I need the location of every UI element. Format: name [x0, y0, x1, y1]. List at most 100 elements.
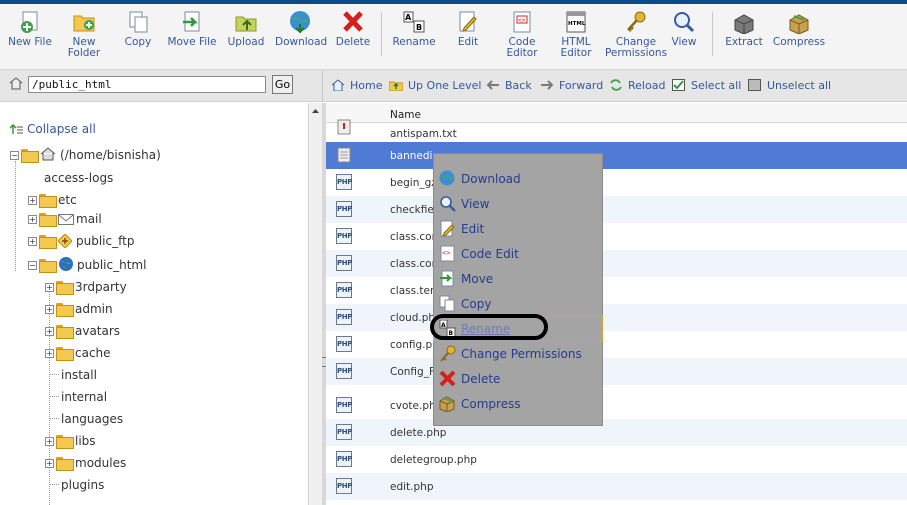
tree-item-etc[interactable]: + etc — [28, 193, 77, 208]
new-file-button[interactable]: New File — [6, 10, 54, 48]
expand-toggle-icon[interactable]: + — [45, 349, 54, 358]
context-menu-item-view[interactable]: View — [434, 191, 602, 216]
tree-item-install[interactable]: install — [49, 368, 97, 382]
file-row[interactable]: PHP edit.php — [326, 473, 907, 500]
expand-toggle-icon[interactable]: + — [28, 196, 37, 205]
collapse-all-button[interactable]: Collapse all — [9, 122, 96, 136]
rename-button[interactable]: AB Rename — [391, 10, 437, 48]
text-file-icon — [337, 119, 351, 135]
svg-text:A: A — [405, 13, 412, 22]
collapse-icon — [9, 123, 23, 134]
context-menu-item-copy[interactable]: Copy — [434, 291, 602, 316]
rename-icon: AB — [401, 10, 427, 34]
file-row[interactable]: PHP delete.php — [326, 419, 907, 446]
context-menu-item-download[interactable]: Download — [434, 166, 602, 191]
file-row[interactable]: PHP checkfiel — [326, 196, 907, 223]
tree-item-avatars[interactable]: + avatars — [45, 324, 120, 339]
nav-home-button[interactable]: Home — [331, 79, 382, 92]
expand-toggle-icon[interactable]: + — [45, 459, 54, 468]
collapse-toggle-icon[interactable]: − — [28, 261, 37, 270]
copy-button[interactable]: Copy — [120, 10, 156, 48]
file-row[interactable]: PHP cvote.php — [326, 392, 907, 419]
compress-button[interactable]: Compress — [772, 10, 826, 48]
file-name: config.ph — [390, 339, 439, 351]
change-permissions-button[interactable]: Change Permissions — [604, 10, 668, 59]
file-row[interactable]: PHP deletegroup.php — [326, 446, 907, 473]
expand-toggle-icon[interactable]: + — [28, 215, 37, 224]
tree-item-access-logs[interactable]: access-logs — [44, 171, 113, 185]
tree-guide-line — [15, 161, 16, 271]
tree-item-modules[interactable]: + modules — [45, 456, 126, 471]
file-name: deletegroup.php — [390, 454, 477, 466]
tree-item-internal[interactable]: internal — [49, 390, 107, 404]
file-row[interactable]: PHP begin_gz — [326, 169, 907, 196]
move-file-icon — [179, 10, 205, 34]
text-file-icon — [337, 147, 351, 163]
file-row[interactable]: PHP Config_Fi — [326, 358, 907, 385]
context-menu-item-change-permissions[interactable]: Change Permissions — [434, 341, 602, 366]
code-editor-button[interactable]: <> Code Editor — [502, 10, 542, 59]
edit-button[interactable]: Edit — [452, 10, 484, 48]
path-input[interactable] — [28, 76, 266, 93]
nav-up-one-level-button[interactable]: Up One Level — [388, 79, 481, 92]
tree-item-languages[interactable]: languages — [49, 412, 123, 426]
upload-button[interactable]: Upload — [227, 10, 265, 48]
tree-item-3rdparty[interactable]: +3rdparty — [45, 280, 127, 295]
file-name: Config_Fi — [390, 366, 438, 378]
scroll-up-arrow-icon[interactable] — [309, 106, 322, 116]
new-folder-button[interactable]: New Folder — [64, 10, 104, 59]
tree-item-public-html[interactable]: − public_html — [28, 256, 146, 273]
tree-item-mail[interactable]: + mail — [28, 212, 102, 227]
file-name: begin_gz — [390, 177, 437, 189]
html-editor-button[interactable]: HTML HTML Editor — [556, 10, 596, 59]
house-icon — [40, 147, 56, 161]
compress-icon — [439, 395, 456, 413]
go-button[interactable]: Go — [272, 75, 293, 94]
tree-guide-line — [49, 374, 59, 375]
code-edit-icon: <> — [439, 245, 456, 262]
folder-icon — [56, 435, 74, 449]
expand-toggle-icon[interactable]: + — [45, 283, 54, 292]
tree-item-plugins[interactable]: plugins — [49, 478, 104, 492]
tree-item-admin[interactable]: + admin — [45, 302, 113, 317]
php-file-icon: PHP — [336, 397, 352, 413]
context-menu-item-code-edit[interactable]: <> Code Edit — [434, 241, 602, 266]
tree-item-libs[interactable]: + libs — [45, 434, 96, 449]
context-menu-item-edit[interactable]: Edit — [434, 216, 602, 241]
context-menu: Download View Edit <> Code Edit Move Copy A B Ren… — [433, 153, 603, 426]
file-row[interactable]: PHP class.cor — [326, 223, 907, 250]
expand-toggle-icon[interactable]: + — [45, 305, 54, 314]
file-row[interactable]: PHP config.ph — [326, 331, 907, 358]
tree-item-root[interactable]: − (/home/bisnisha) — [10, 147, 161, 163]
nav-reload-button[interactable]: Reload — [609, 79, 665, 92]
svg-text:<>: <> — [518, 17, 526, 24]
tree-item-cache[interactable]: + cache — [45, 346, 111, 361]
collapse-toggle-icon[interactable]: − — [10, 151, 19, 160]
download-button[interactable]: Download — [275, 10, 327, 48]
file-name: antispam.txt — [390, 128, 457, 140]
tree-item-public-ftp[interactable]: + public_ftp — [28, 233, 134, 249]
toolbar-separator — [712, 12, 713, 56]
context-menu-item-delete[interactable]: Delete — [434, 366, 602, 391]
home-icon — [9, 77, 23, 90]
nav-unselect-all-button[interactable]: Unselect all — [748, 79, 831, 92]
view-button[interactable]: View — [669, 10, 699, 48]
folder-icon — [39, 213, 57, 227]
context-menu-item-compress[interactable]: Compress — [434, 391, 602, 416]
nav-select-all-button[interactable]: Select all — [672, 79, 741, 92]
file-row[interactable]: bannedip… — [326, 142, 907, 169]
delete-button[interactable]: Delete — [334, 10, 372, 48]
file-row[interactable]: PHP class.cor — [326, 250, 907, 277]
file-list: Name antispam.txt bannedip… PHP begin_gz PHP… — [326, 103, 907, 505]
expand-toggle-icon[interactable]: + — [45, 327, 54, 336]
move-file-button[interactable]: Move File — [166, 10, 218, 48]
nav-forward-button[interactable]: Forward — [540, 79, 603, 92]
file-row[interactable]: PHP cloud.pha — [326, 304, 907, 331]
expand-toggle-icon[interactable]: + — [45, 437, 54, 446]
extract-button[interactable]: Extract — [722, 10, 766, 48]
expand-toggle-icon[interactable]: + — [28, 237, 37, 246]
context-menu-item-move[interactable]: Move — [434, 266, 602, 291]
tree-scrollbar[interactable] — [308, 103, 322, 505]
file-row[interactable]: PHP class.tem — [326, 277, 907, 304]
nav-back-button[interactable]: Back — [486, 79, 532, 92]
